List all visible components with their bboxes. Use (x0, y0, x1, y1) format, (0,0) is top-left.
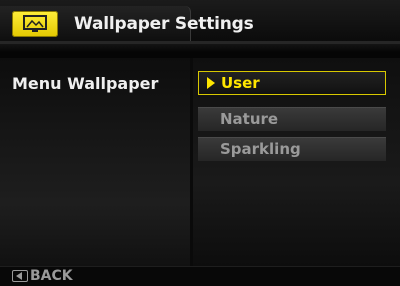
page-title: Wallpaper Settings (74, 14, 254, 34)
camera-menu-screen: Wallpaper Settings Menu Wallpaper User N… (0, 0, 400, 286)
back-label[interactable]: BACK (30, 268, 73, 284)
selection-arrow-icon (207, 77, 215, 89)
monitor-icon (12, 11, 58, 37)
option-sparkling[interactable]: Sparkling (198, 137, 386, 161)
menu-wallpaper-label[interactable]: Menu Wallpaper (12, 74, 158, 93)
option-label: User (221, 74, 260, 92)
option-nature[interactable]: Nature (198, 107, 386, 131)
option-label: Sparkling (220, 140, 301, 158)
title-shadow (0, 44, 400, 52)
option-label: Nature (220, 110, 279, 128)
back-arrow-icon[interactable] (12, 270, 28, 282)
option-user[interactable]: User (198, 71, 386, 95)
